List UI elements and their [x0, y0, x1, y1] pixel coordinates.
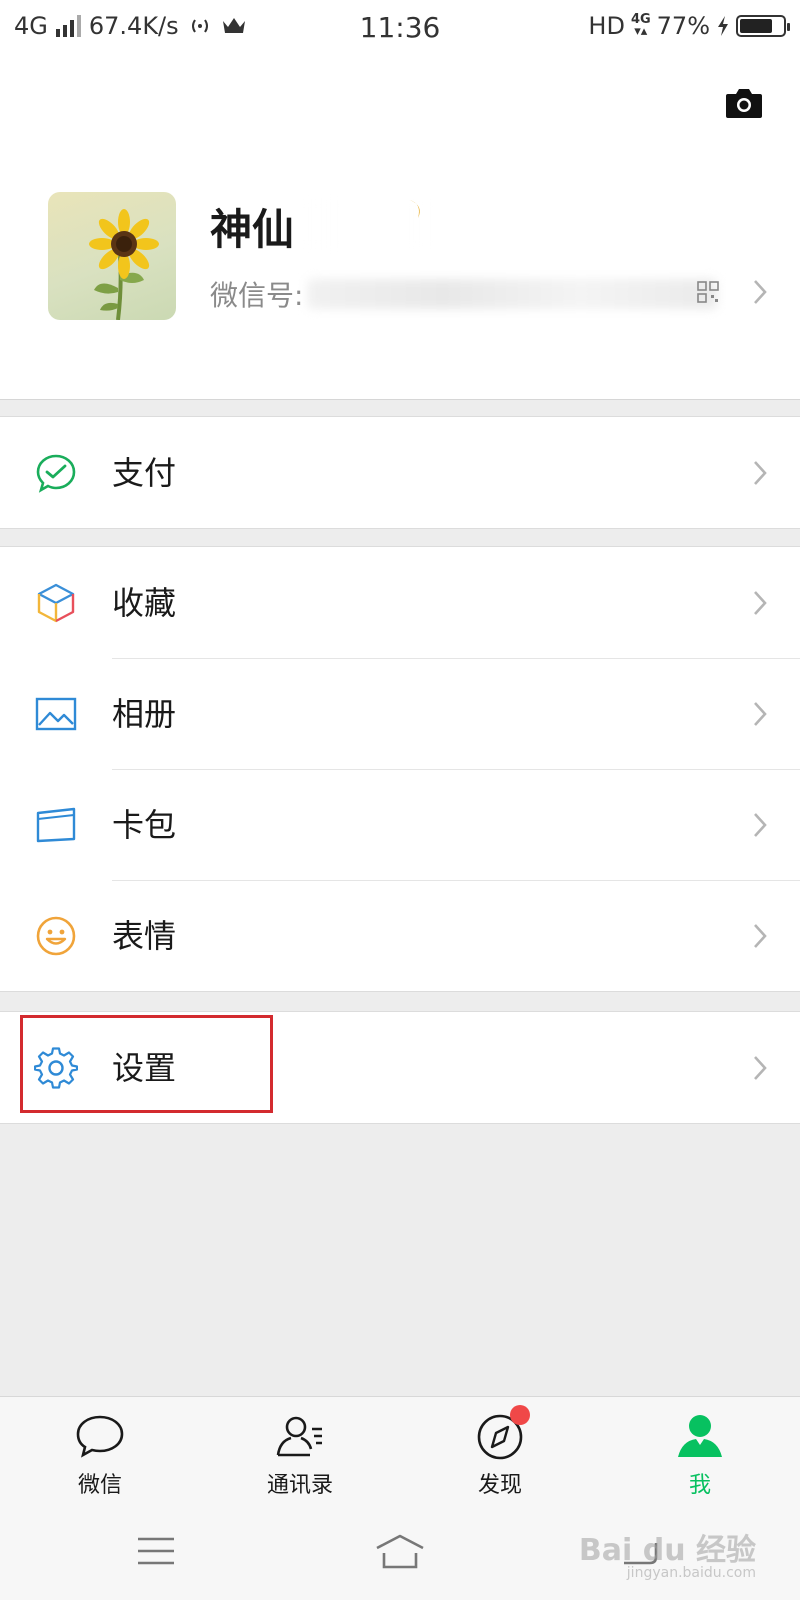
avatar[interactable] [48, 192, 176, 320]
menu-label-cards: 卡包 [112, 806, 177, 844]
menu-label-album: 相册 [112, 695, 177, 733]
tab-me[interactable]: 我 [640, 1411, 760, 1501]
menu-item-album[interactable]: 相册 [0, 658, 800, 769]
wechat-id-row: 微信号: [210, 274, 718, 314]
chevron-right-icon [752, 278, 768, 306]
battery-icon [736, 15, 790, 37]
notification-badge-dot [510, 1405, 530, 1425]
sunflower-image [89, 209, 159, 320]
bottom-tab-bar: 微信 通讯录 发现 我 [0, 1396, 800, 1503]
menu-label-pay: 支付 [112, 454, 177, 492]
tab-chats[interactable]: 微信 [40, 1411, 160, 1501]
battery-percent: 77% [656, 12, 710, 40]
chevron-right-icon [752, 589, 768, 617]
pay-icon [36, 454, 76, 493]
smiley-face-icon [36, 916, 76, 956]
moon-emoji-icon [410, 200, 420, 218]
favorites-cube-icon [37, 583, 75, 623]
tab-label-me: 我 [688, 1473, 711, 1498]
profile-name: 神仙 [210, 205, 295, 254]
menu-item-cards[interactable]: 卡包 [0, 769, 800, 880]
menu-label-stickers: 表情 [112, 917, 177, 955]
menu-group-main: 收藏 相册 卡包 表情 [0, 546, 800, 992]
crown-icon [222, 18, 245, 33]
qr-code-icon[interactable] [696, 280, 720, 304]
status-left: 4G 67.4K/s [14, 12, 247, 40]
charging-icon [718, 16, 728, 36]
album-icon [35, 697, 77, 731]
tab-label-contacts: 通讯录 [266, 1473, 333, 1498]
hd-label: HD [588, 12, 625, 40]
signal-icon [55, 15, 81, 37]
wechat-id-label: 微信号: [210, 279, 304, 312]
chevron-right-icon [752, 922, 768, 950]
chat-bubble-icon [74, 1411, 126, 1463]
watermark-url: jingyan.baidu.com [626, 1565, 756, 1581]
status-bar: 4G 67.4K/s 11:36 HD 4G ▾▴ 77% [0, 0, 800, 56]
card-wallet-icon [36, 807, 76, 843]
hotspot-icon [191, 19, 208, 33]
contacts-icon [274, 1411, 326, 1463]
network-type: 4G [14, 12, 48, 40]
chevron-right-icon [752, 811, 768, 839]
menu-icon[interactable] [136, 1533, 176, 1569]
network-speed: 67.4K/s [88, 12, 179, 40]
tab-label-chats: 微信 [77, 1473, 122, 1498]
profile-header[interactable]: 神仙 微信号: [0, 56, 800, 400]
camera-icon[interactable] [724, 86, 764, 120]
home-icon[interactable] [374, 1533, 426, 1573]
tab-label-discover: 发现 [477, 1473, 522, 1498]
network-4g-icon: 4G ▾▴ [630, 12, 651, 39]
status-right: HD 4G ▾▴ 77% [588, 12, 790, 40]
me-person-icon [674, 1411, 726, 1463]
wechat-id-redaction [307, 279, 718, 309]
menu-label-favorites: 收藏 [112, 584, 177, 622]
menu-item-stickers[interactable]: 表情 [0, 880, 800, 991]
compass-icon [474, 1405, 530, 1463]
chevron-right-icon [752, 459, 768, 487]
tab-discover[interactable]: 发现 [440, 1405, 560, 1501]
chevron-right-icon [752, 700, 768, 728]
menu-item-favorites[interactable]: 收藏 [0, 547, 800, 658]
tab-contacts[interactable]: 通讯录 [240, 1411, 360, 1501]
settings-highlight-box [20, 1015, 273, 1113]
menu-item-pay[interactable]: 支付 [0, 417, 800, 528]
menu-group-pay: 支付 [0, 416, 800, 529]
chevron-right-icon [752, 1054, 768, 1082]
watermark-brand: Bai du 经验 [578, 1533, 756, 1568]
